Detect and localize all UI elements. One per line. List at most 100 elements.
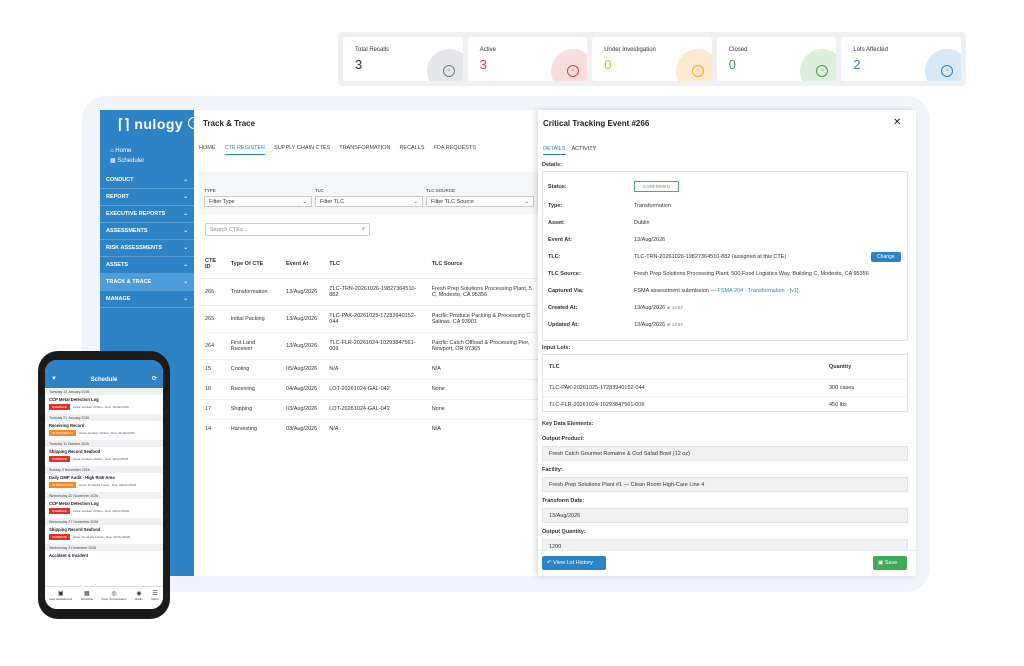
phone-nav-item[interactable]: ▣ New Assessment xyxy=(49,590,72,609)
status-badge: OVERDUE xyxy=(49,456,70,462)
list-item[interactable]: Daily GMP Audit - High Risk Area IN PROGR… xyxy=(45,473,163,492)
filter-type: TYPE Filter Type ⌄ xyxy=(204,188,312,207)
status-badge: OVERDUE xyxy=(49,508,70,514)
schedule-date: Wednesday 20 November 2026 xyxy=(45,492,163,499)
phone-bottom-nav: ▣ New Assessment ▦ Schedule ◎ Sync Conversati… xyxy=(45,586,163,609)
list-item[interactable]: Shipping Record Seafood OVERDUE Asset: Hud… xyxy=(45,447,163,466)
list-item[interactable]: CCP Metal Detection Log OVERDUE Asset: Hud… xyxy=(45,499,163,518)
input-lots-heading: Input Lots: xyxy=(542,345,571,351)
tab[interactable]: HOME xyxy=(199,145,216,155)
nav-icon: ◉ xyxy=(136,591,142,597)
save-icon: ▣ xyxy=(878,560,884,566)
nav-icon: ☰ xyxy=(152,591,158,597)
assessment-link[interactable]: FSMA 204 - Transformation - [v1] xyxy=(717,288,798,294)
stat-card[interactable]: Lots Affected 2 ▫ xyxy=(841,37,961,81)
filter-tlc-source-select[interactable]: Filter TLC Source ⌄ xyxy=(426,196,534,207)
tab[interactable]: SUPPLY CHAIN CTES xyxy=(274,145,330,155)
filter-icon[interactable]: ▼ xyxy=(51,376,57,382)
table-row[interactable]: 264 First Land Receiver 13/Aug/2026 TLC-FLR… xyxy=(199,331,538,359)
stat-icon: ▫ xyxy=(442,65,455,77)
detail-updated-at: Updated At: 13/Aug/2026 at 14:57 xyxy=(548,322,683,328)
chevron-down-icon: ⌄ xyxy=(183,262,188,268)
table-row: TLC-FLR-20261024-10293847561-009 450 lbs xyxy=(543,395,907,413)
nav-home[interactable]: ⌂ Home xyxy=(110,146,144,156)
table-row[interactable]: 265 Initial Packing 13/Aug/2026 TLC-PAK-202… xyxy=(199,304,538,332)
sidebar-item[interactable]: RISK ASSESSMENTS ⌄ xyxy=(100,240,194,257)
column-header[interactable]: Event At xyxy=(280,250,323,278)
output-product-field[interactable]: Fresh Catch Gourmet Romaine & Cod Salad … xyxy=(542,446,908,461)
column-header[interactable]: TLC xyxy=(323,250,425,278)
table-row[interactable]: 17 Shipping 03/Aug/2026 LOT-20261024-GAL-04… xyxy=(199,398,538,419)
chevron-down-icon: ⌄ xyxy=(413,199,418,205)
column-header[interactable]: Type Of CTE xyxy=(225,250,280,278)
filter-tlc: TLC Filter TLC ⌄ xyxy=(315,188,423,207)
stat-card[interactable]: Total Recalls 3 ▫ xyxy=(343,37,463,81)
refresh-icon[interactable]: ⟳ xyxy=(152,375,157,382)
search-input[interactable]: Search CTEs... ⌕ xyxy=(205,223,370,236)
table-row[interactable]: 16 Receiving 04/Aug/2026 LOT-20261024-GAL-0… xyxy=(199,378,538,399)
column-header[interactable]: CTE ID xyxy=(199,250,225,278)
list-item[interactable]: CCP Metal Detection Log OVERDUE Asset: Hud… xyxy=(45,395,163,414)
list-item[interactable]: Receiving Record IN PROGRESS Asset: Hudson… xyxy=(45,421,163,440)
brand-logo[interactable]: ⌈⌉ nulogy xyxy=(118,116,183,133)
sidebar-item[interactable]: MANAGE ⌄ xyxy=(100,291,194,308)
detail-created-at: Created At: 13/Aug/2026 at 14:57 xyxy=(548,305,683,311)
stat-card[interactable]: Closed 0 ▫ xyxy=(716,37,837,81)
column-header[interactable]: TLC Source xyxy=(426,250,538,278)
nav-icon: ◎ xyxy=(111,591,117,597)
tab[interactable]: FDA REQUESTS xyxy=(434,145,476,155)
close-icon[interactable]: ✕ xyxy=(893,117,901,128)
table-row[interactable]: 15 Cooling 05/Aug/2026 N/A N/A xyxy=(199,358,538,379)
filter-type-select[interactable]: Filter Type ⌄ xyxy=(204,196,312,207)
phone-nav-item[interactable]: ◉ Radio xyxy=(135,590,143,609)
schedule-date: Sunday 3 November 2026 xyxy=(45,466,163,473)
tab-details[interactable]: DETAILS xyxy=(543,146,566,155)
calendar-icon: ▦ xyxy=(110,158,116,164)
sidebar-item[interactable]: ASSETS ⌄ xyxy=(100,257,194,274)
home-icon: ⌂ xyxy=(110,148,114,154)
schedule-date: Tuesday 21 January 2026 xyxy=(45,414,163,421)
tab[interactable]: CTE REGISTER xyxy=(224,145,266,155)
page-title: Track & Trace xyxy=(203,119,256,128)
status-badge: IN PROGRESS xyxy=(49,430,76,436)
tab[interactable]: RECALLS xyxy=(399,145,424,155)
facility-field[interactable]: Fresh Prep Solutions Plant #1 — Clean Ro… xyxy=(542,477,908,492)
status-badge: CONFIRMED xyxy=(634,181,680,192)
sidebar-item[interactable]: TRACK & TRACE ⌄ xyxy=(100,274,194,291)
schedule-date: Wednesday 4 December 2026 xyxy=(45,544,163,551)
table-row: TLC-PAK-20261025-17283940152-044 300 case… xyxy=(543,378,907,396)
sidebar-item[interactable]: EXECUTIVE REPORTS ⌄ xyxy=(100,206,194,223)
status-badge: OVERDUE xyxy=(49,404,70,410)
table-header: CTE ID Type Of CTE Event At TLC TLC Source xyxy=(199,250,538,278)
tab-activity[interactable]: ACTIVITY xyxy=(572,146,597,155)
save-button[interactable]: ▣ Save xyxy=(873,556,907,570)
table-row[interactable]: 266 Transformation 13/Aug/2026 TLC-TRN-2026… xyxy=(199,277,538,305)
view-lot-history-button[interactable]: ↶ View Lot History xyxy=(542,556,606,570)
chevron-down-icon: ⌄ xyxy=(183,211,188,217)
panel-tabs: DETAILS ACTIVITY xyxy=(543,146,596,155)
stat-card[interactable]: Active 3 ▫ xyxy=(467,37,588,81)
list-item[interactable]: Shipping Record Seafood OVERDUE Asset: Don… xyxy=(45,525,163,544)
table-row[interactable]: 14 Harvesting 03/Aug/2026 N/A N/A xyxy=(199,418,538,439)
change-button[interactable]: Change xyxy=(871,252,901,262)
tab[interactable]: TRANSFORMATION xyxy=(339,145,390,155)
nav-icon: ▦ xyxy=(84,591,90,597)
status-badge: OVERDUE xyxy=(49,534,70,540)
sidebar-item[interactable]: ASSESSMENTS ⌄ xyxy=(100,223,194,240)
stat-card[interactable]: Under Investigation 0 ▫ xyxy=(592,37,712,81)
detail-tlc-source: TLC Source: Fresh Prep Solutions Processi… xyxy=(548,271,869,277)
phone-nav-item[interactable]: ▦ Schedule xyxy=(81,590,94,609)
list-item[interactable]: Accident & Incident xyxy=(45,551,163,570)
filter-tlc-select[interactable]: Filter TLC ⌄ xyxy=(315,196,423,207)
nav-scheduler[interactable]: ▦ Scheduler xyxy=(110,156,144,166)
sidebar-item[interactable]: CONDUCT ⌄ xyxy=(100,172,194,189)
history-icon: ↶ xyxy=(547,560,552,566)
transform-date-field[interactable]: 13/Aug/2026 xyxy=(542,508,908,523)
nav-icon: ▣ xyxy=(57,591,64,597)
detail-type: Type: Transformation xyxy=(548,203,671,209)
output-quantity-label: Output Quantity: xyxy=(542,529,586,535)
phone-nav-item[interactable]: ☰ Menu xyxy=(151,590,159,609)
sidebar-item[interactable]: REPORT ⌄ xyxy=(100,189,194,206)
phone-nav-item[interactable]: ◎ Sync Conversation xyxy=(101,590,126,609)
stats-bar: Total Recalls 3 ▫ Active 3 ▫ Under Investigati… xyxy=(338,32,966,86)
